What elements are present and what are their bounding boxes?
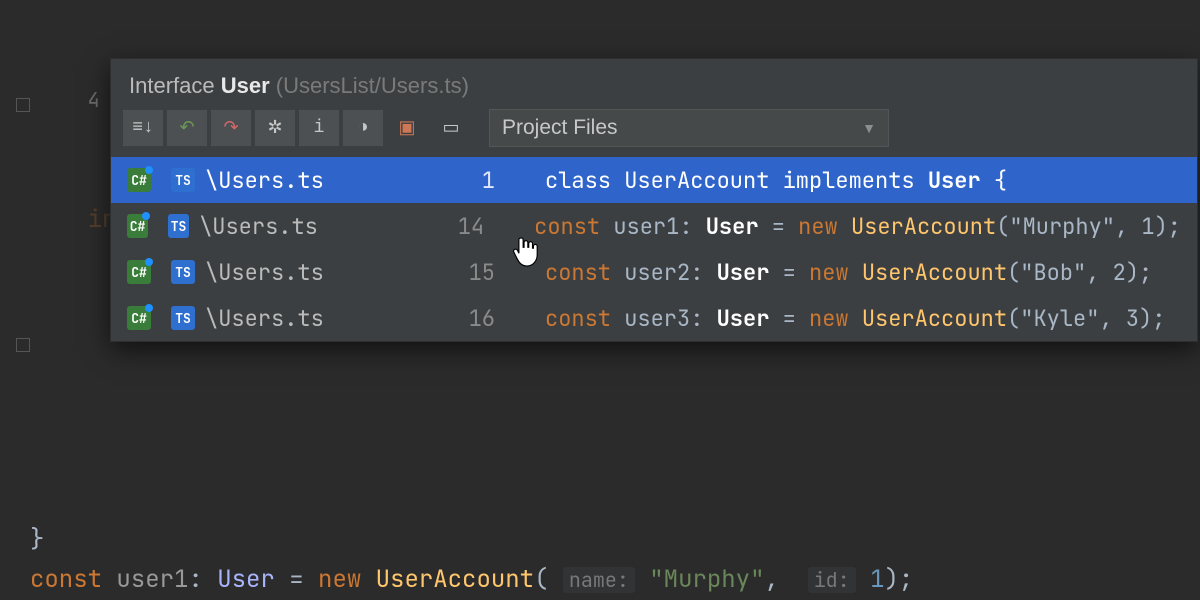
info-icon[interactable]: i (299, 110, 339, 146)
prev-occurrence-icon[interactable]: ↶ (167, 110, 207, 146)
file-path: \Users.ts (205, 166, 445, 195)
usage-result-row[interactable]: C# TS \Users.ts 14 const user1: User = n… (111, 203, 1197, 249)
brace: } (30, 524, 44, 555)
line-number: 14 (449, 212, 484, 241)
filter-icon[interactable]: ◑ (343, 110, 383, 146)
scope-dropdown[interactable]: Project Files ▼ (489, 109, 889, 147)
results-list: C# TS \Users.ts 1 class UserAccount impl… (111, 157, 1197, 341)
csharp-file-icon: C# (127, 260, 151, 284)
typescript-file-icon: TS (168, 214, 189, 238)
usage-result-row[interactable]: C# TS \Users.ts 16 const user3: User = n… (111, 295, 1197, 341)
csharp-file-icon: C# (127, 168, 151, 192)
code-snippet: class UserAccount implements User { (545, 166, 1007, 195)
typescript-file-icon: TS (171, 168, 195, 192)
scope-label: Project Files (502, 116, 618, 140)
popup-toolbar: ≡↓ ↶ ↷ ✲ i ◑ ▣ ▭ Project Files ▼ (111, 109, 1197, 157)
fold-marker-icon[interactable] (16, 338, 30, 352)
file-path: \Users.ts (205, 304, 445, 333)
csharp-file-icon: C# (127, 214, 148, 238)
code-line: const user1: User = new UserAccount( nam… (30, 560, 1200, 600)
code-snippet: const user3: User = new UserAccount("Kyl… (545, 304, 1165, 333)
find-usages-popup: Interface User (UsersList/Users.ts) ≡↓ ↶… (110, 58, 1198, 342)
code-snippet: const user1: User = new UserAccount("Mur… (534, 212, 1181, 241)
typescript-file-icon: TS (171, 306, 195, 330)
next-occurrence-icon[interactable]: ↷ (211, 110, 251, 146)
open-in-toolwindow-icon[interactable]: ▭ (431, 110, 471, 146)
usage-result-row[interactable]: C# TS \Users.ts 15 const user2: User = n… (111, 249, 1197, 295)
usage-result-row[interactable]: C# TS \Users.ts 1 class UserAccount impl… (111, 157, 1197, 203)
line-number: 15 (455, 258, 495, 287)
typescript-file-icon: TS (171, 260, 195, 284)
csharp-file-icon: C# (127, 306, 151, 330)
file-path: \Users.ts (205, 258, 445, 287)
line-number: 1 (455, 166, 495, 195)
chevron-down-icon: ▼ (862, 120, 876, 136)
line-number: 16 (455, 304, 495, 333)
popup-title: Interface User (UsersList/Users.ts) (111, 59, 1197, 109)
file-path: \Users.ts (199, 212, 439, 241)
settings-icon[interactable]: ≡↓ (123, 110, 163, 146)
group-by-icon[interactable]: ✲ (255, 110, 295, 146)
pin-icon[interactable]: ▣ (387, 110, 427, 146)
fold-marker-icon[interactable] (16, 98, 30, 112)
code-snippet: const user2: User = new UserAccount("Bob… (545, 258, 1152, 287)
